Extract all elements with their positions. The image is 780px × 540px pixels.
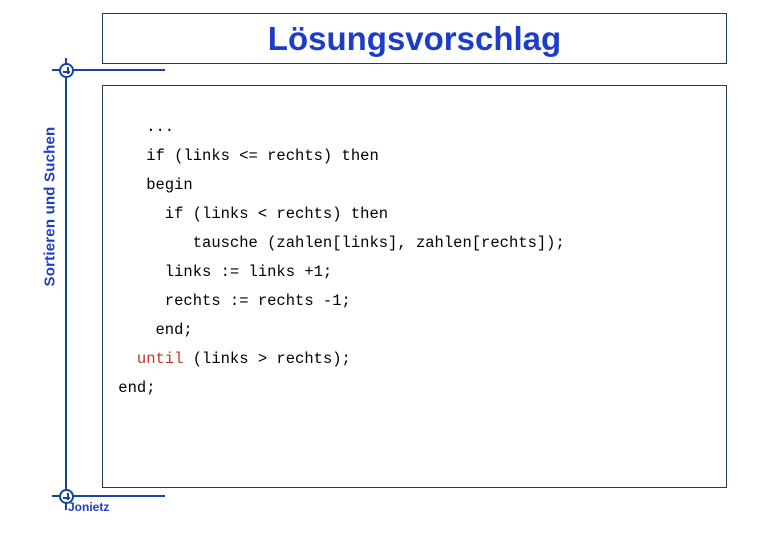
- code-line: if (links <= rechts) then: [109, 147, 379, 165]
- crosshair-vertical-stroke: [66, 67, 69, 74]
- code-line: end;: [109, 379, 156, 397]
- code-line: end;: [109, 321, 193, 339]
- code-line: if (links < rechts) then: [109, 205, 389, 223]
- code-listing: ... if (links <= rechts) then begin if (…: [103, 113, 726, 403]
- code-line: rechts := rechts -1;: [109, 292, 351, 310]
- crosshair-node-icon-top: [59, 63, 74, 78]
- content-frame: ... if (links <= rechts) then begin if (…: [102, 85, 727, 488]
- sidebar-chapter-label: Sortieren und Suchen: [41, 126, 59, 287]
- code-line: begin: [109, 176, 193, 194]
- code-keyword-until: until: [136, 350, 184, 368]
- footer-author: Jonietz: [68, 500, 110, 514]
- page-title: Lösungsvorschlag: [267, 19, 562, 57]
- code-line: links := links +1;: [109, 263, 333, 281]
- rail-vertical-line: [65, 58, 67, 510]
- title-frame: Lösungsvorschlag: [102, 13, 727, 64]
- presentation-slide: Lösungsvorschlag Sortieren und Suchen ..…: [0, 0, 780, 540]
- code-line: tausche (zahlen[links], zahlen[rechts]);: [109, 234, 565, 252]
- code-line: until (links > rechts);: [136, 350, 351, 368]
- crosshair-vertical-stroke: [66, 493, 69, 500]
- code-line: ...: [109, 118, 175, 136]
